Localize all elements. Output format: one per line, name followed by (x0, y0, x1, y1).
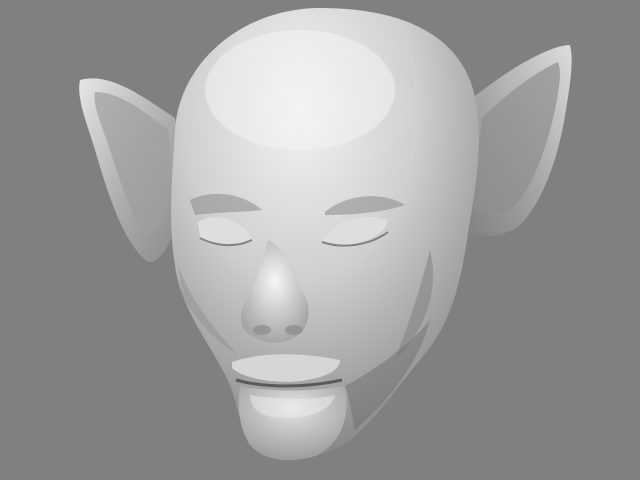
nostril-left (253, 325, 271, 335)
render-viewport (0, 0, 640, 480)
forehead-highlight (205, 30, 395, 150)
nostril-right (285, 325, 303, 335)
render-canvas (0, 0, 640, 480)
